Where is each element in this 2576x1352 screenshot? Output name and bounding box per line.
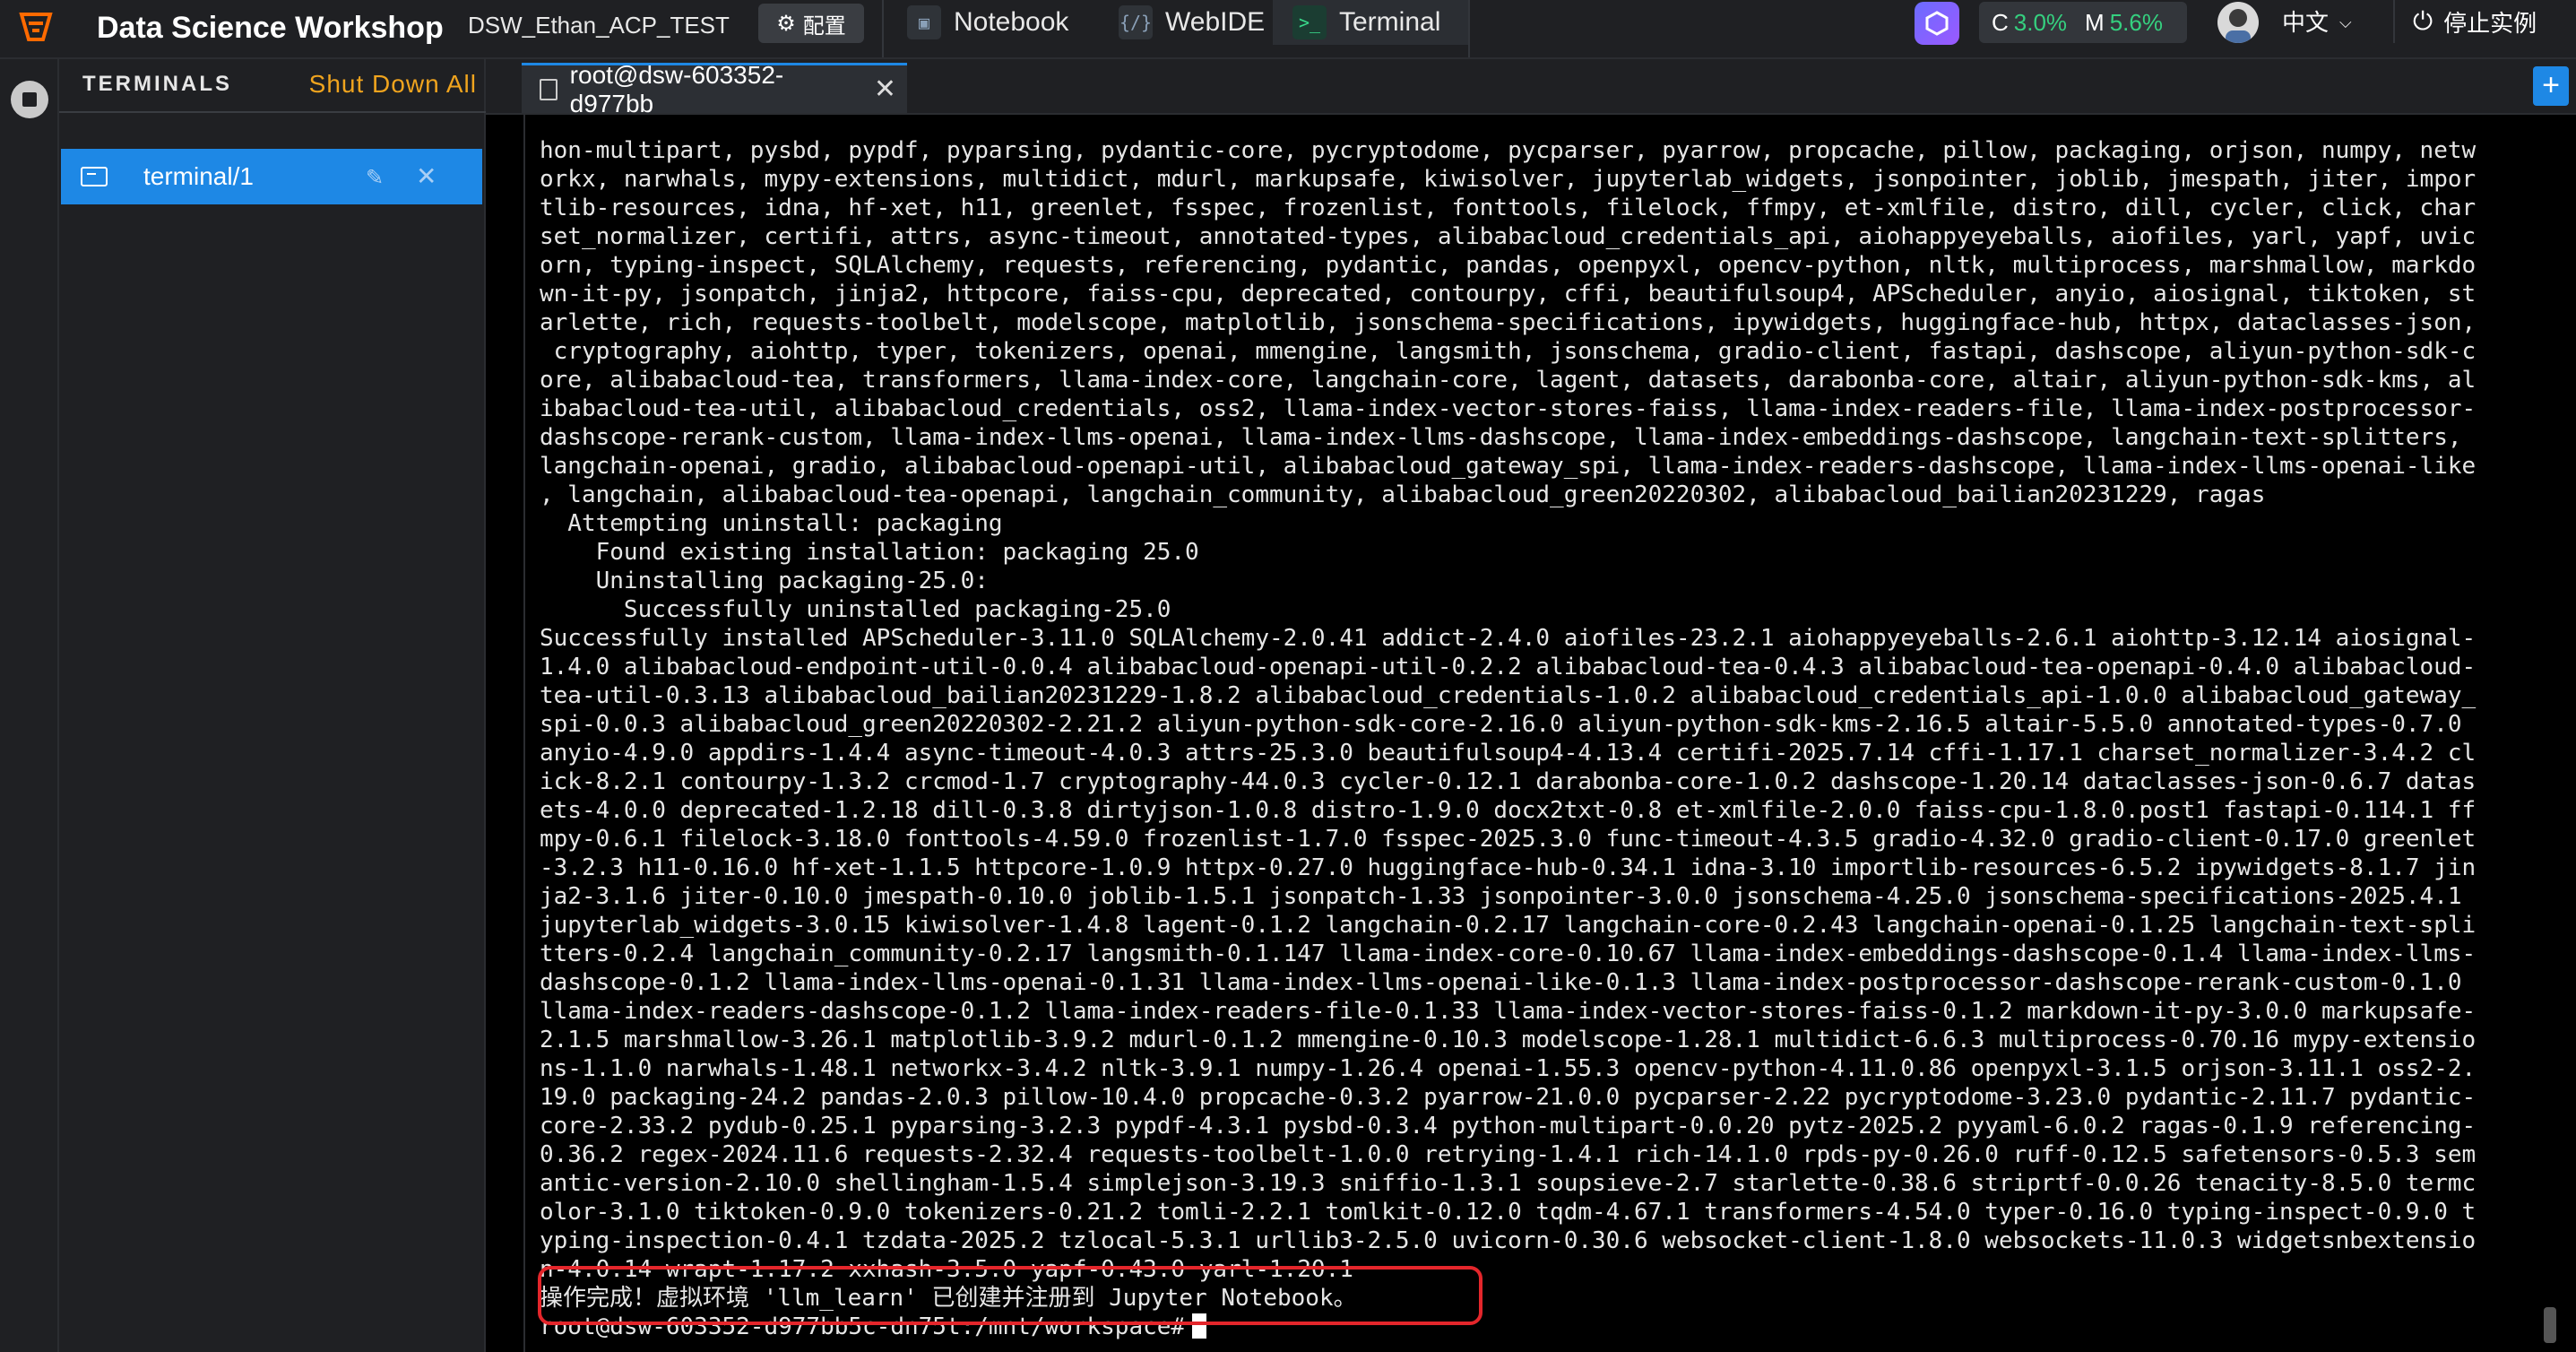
terminal-line: wn-it-py, jsonpatch, jinja2, httpcore, f… <box>540 281 2477 308</box>
terminal-line: hon-multipart, pysbd, pypdf, pyparsing, … <box>540 137 2477 164</box>
terminal-line: ets-4.0.0 deprecated-1.2.18 dill-0.3.8 d… <box>540 797 2477 824</box>
notebook-icon: ▣ <box>907 5 941 39</box>
close-icon[interactable]: ✕ <box>874 74 896 105</box>
tab-terminal-session[interactable]: root@dsw-603352-d977bb ✕ <box>522 61 907 117</box>
terminals-sidebar: TERMINALS Shut Down All terminal/1 ✎ ✕ <box>59 59 486 1352</box>
terminal-line: anyio-4.9.0 appdirs-1.4.4 async-timeout-… <box>540 740 2477 767</box>
config-button[interactable]: ⚙ 配置 <box>758 4 864 43</box>
terminal-line: , langchain, alibabacloud-tea-openapi, l… <box>540 481 2266 508</box>
terminal-line: Attempting uninstall: packaging <box>540 510 1003 537</box>
add-terminal-button[interactable]: + <box>2533 66 2569 106</box>
terminal-line: cryptography, aiohttp, typer, tokenizers… <box>540 338 2477 365</box>
terminal-text: hon-multipart, pysbd, pypdf, pyparsing, … <box>540 136 2538 1341</box>
terminal-line: 19.0 packaging-24.2 pandas-2.0.3 pillow-… <box>540 1084 2477 1111</box>
terminal-line: Successfully uninstalled packaging-25.0 <box>540 596 1171 623</box>
app-title: Data Science Workshop <box>97 11 444 45</box>
divider <box>1468 0 1470 57</box>
terminal-line: orkx, narwhals, mypy-extensions, multidi… <box>540 166 2477 193</box>
terminal-line: spi-0.0.3 alibabacloud_green20220302-2.2… <box>540 711 2462 738</box>
terminal-line: llama-index-readers-dashscope-0.1.2 llam… <box>540 998 2477 1025</box>
terminal-line: yping-inspection-0.4.1 tzdata-2025.2 tzl… <box>540 1227 2477 1254</box>
terminal-line: Found existing installation: packaging 2… <box>540 539 1199 566</box>
power-icon: ⏻ <box>2413 6 2433 35</box>
chevron-down-icon: ⌵ <box>2339 13 2352 31</box>
terminal-line: arlette, rich, requests-toolbelt, models… <box>540 309 2477 336</box>
terminal-line: orn, typing-inspect, SQLAlchemy, request… <box>540 252 2477 279</box>
cpu-label: C <box>1992 8 2009 36</box>
terminal-line: antic-version-2.10.0 shellingham-1.5.4 s… <box>540 1170 2477 1197</box>
scrollbar[interactable] <box>2544 1307 2556 1343</box>
terminal-line: 2.1.5 marshmallow-3.26.1 matplotlib-3.9.… <box>540 1027 2477 1053</box>
terminal-line: tlib-resources, idna, hf-xet, h11, green… <box>540 195 2477 221</box>
tab-label: Terminal <box>1339 7 1441 37</box>
terminal-output[interactable]: hon-multipart, pysbd, pypdf, pyparsing, … <box>523 115 2538 1352</box>
terminal-icon <box>81 167 108 186</box>
avatar[interactable] <box>2217 2 2259 43</box>
top-bar: Data Science Workshop DSW_Ethan_ACP_TEST… <box>0 0 2576 59</box>
terminal-line: dashscope-rerank-custom, llama-index-llm… <box>540 424 2462 451</box>
close-icon[interactable]: ✕ <box>416 161 437 191</box>
terminal-line: tea-util-0.3.13 alibabacloud_bailian2023… <box>540 682 2477 709</box>
terminal-line: dashscope-0.1.2 llama-index-llms-openai-… <box>540 969 2462 996</box>
terminal-line: mpy-0.6.1 filelock-3.18.0 fonttools-4.59… <box>540 826 2477 853</box>
terminal-line: Uninstalling packaging-25.0: <box>540 568 989 594</box>
terminal-line: ore, alibabacloud-tea, transformers, lla… <box>540 367 2477 394</box>
terminal-line: langchain-openai, gradio, alibabacloud-o… <box>540 453 2477 480</box>
language-selector[interactable]: 中文 ⌵ <box>2282 2 2352 43</box>
divider <box>882 0 884 57</box>
memory-value: 5.6% <box>2109 8 2163 36</box>
running-sessions-icon[interactable] <box>11 81 48 118</box>
tab-notebook[interactable]: ▣ Notebook <box>887 0 1088 45</box>
tab-webide[interactable]: {/} WebIDE <box>1099 0 1284 45</box>
config-label: 配置 <box>802 13 846 39</box>
tab-label: root@dsw-603352-d977bb <box>569 60 784 117</box>
terminal-tab-bar: root@dsw-603352-d977bb ✕ + <box>486 59 2576 117</box>
language-label: 中文 <box>2282 9 2330 36</box>
shut-down-all-button[interactable]: Shut Down All <box>309 70 477 99</box>
terminal-line: ick-8.2.1 contourpy-1.3.2 crcmod-1.7 cry… <box>540 768 2477 795</box>
highlight-box <box>538 1266 1482 1325</box>
cpu-value: 3.0% <box>2013 8 2068 36</box>
terminal-line: set_normalizer, certifi, attrs, async-ti… <box>540 223 2477 250</box>
workspace-name: DSW_Ethan_ACP_TEST <box>468 12 730 39</box>
terminal-line: jupyterlab_widgets-3.0.15 kiwisolver-1.4… <box>540 912 2477 939</box>
sidebar-item-terminal-1[interactable]: terminal/1 ✎ ✕ <box>61 149 482 204</box>
gear-icon: ⚙ <box>776 11 796 36</box>
stop-instance-button[interactable]: ⏻ 停止实例 <box>2393 0 2572 43</box>
edit-icon[interactable]: ✎ <box>366 165 384 191</box>
memory-label: M <box>2085 8 2105 36</box>
terminal-line: Successfully installed APScheduler-3.11.… <box>540 625 2477 652</box>
terminal-line: 1.4.0 alibabacloud-endpoint-util-0.0.4 a… <box>540 654 2477 680</box>
logo-icon[interactable] <box>16 7 56 47</box>
terminal-line: ns-1.1.0 narwhals-1.48.1 networkx-3.4.2 … <box>540 1055 2477 1082</box>
resource-metrics[interactable]: C 3.0% M 5.6% <box>1979 2 2187 43</box>
code-icon: {/} <box>1119 5 1153 39</box>
terminal-line: -3.2.3 h11-0.16.0 hf-xet-1.1.5 httpcore-… <box>540 854 2477 881</box>
terminal-icon <box>540 78 558 100</box>
sidebar-header: TERMINALS Shut Down All <box>59 59 486 113</box>
tab-label: Notebook <box>954 7 1069 37</box>
terminal-line: core-2.33.2 pydub-0.25.1 pyparsing-3.2.3… <box>540 1113 2477 1140</box>
terminal-icon: >_ <box>1292 5 1327 39</box>
terminal-line: 0.36.2 regex-2024.11.6 requests-2.32.4 r… <box>540 1141 2477 1168</box>
terminal-line: olor-3.1.0 tiktoken-0.9.0 tokenizers-0.2… <box>540 1199 2477 1226</box>
terminal-line: ibabacloud-tea-util, alibabacloud_creden… <box>540 395 2477 422</box>
terminal-line: ja2-3.1.6 jiter-0.10.0 jmespath-0.10.0 j… <box>540 883 2462 910</box>
left-rail <box>0 59 59 1352</box>
sidebar-item-label: terminal/1 <box>143 162 254 190</box>
ai-assistant-icon[interactable] <box>1915 2 1959 45</box>
tab-label: WebIDE <box>1165 7 1266 37</box>
sidebar-title: TERMINALS <box>82 72 232 96</box>
terminal-line: tters-0.2.4 langchain_community-0.2.17 l… <box>540 940 2477 967</box>
tab-terminal[interactable]: >_ Terminal <box>1273 0 1468 45</box>
stop-instance-label: 停止实例 <box>2443 9 2537 37</box>
